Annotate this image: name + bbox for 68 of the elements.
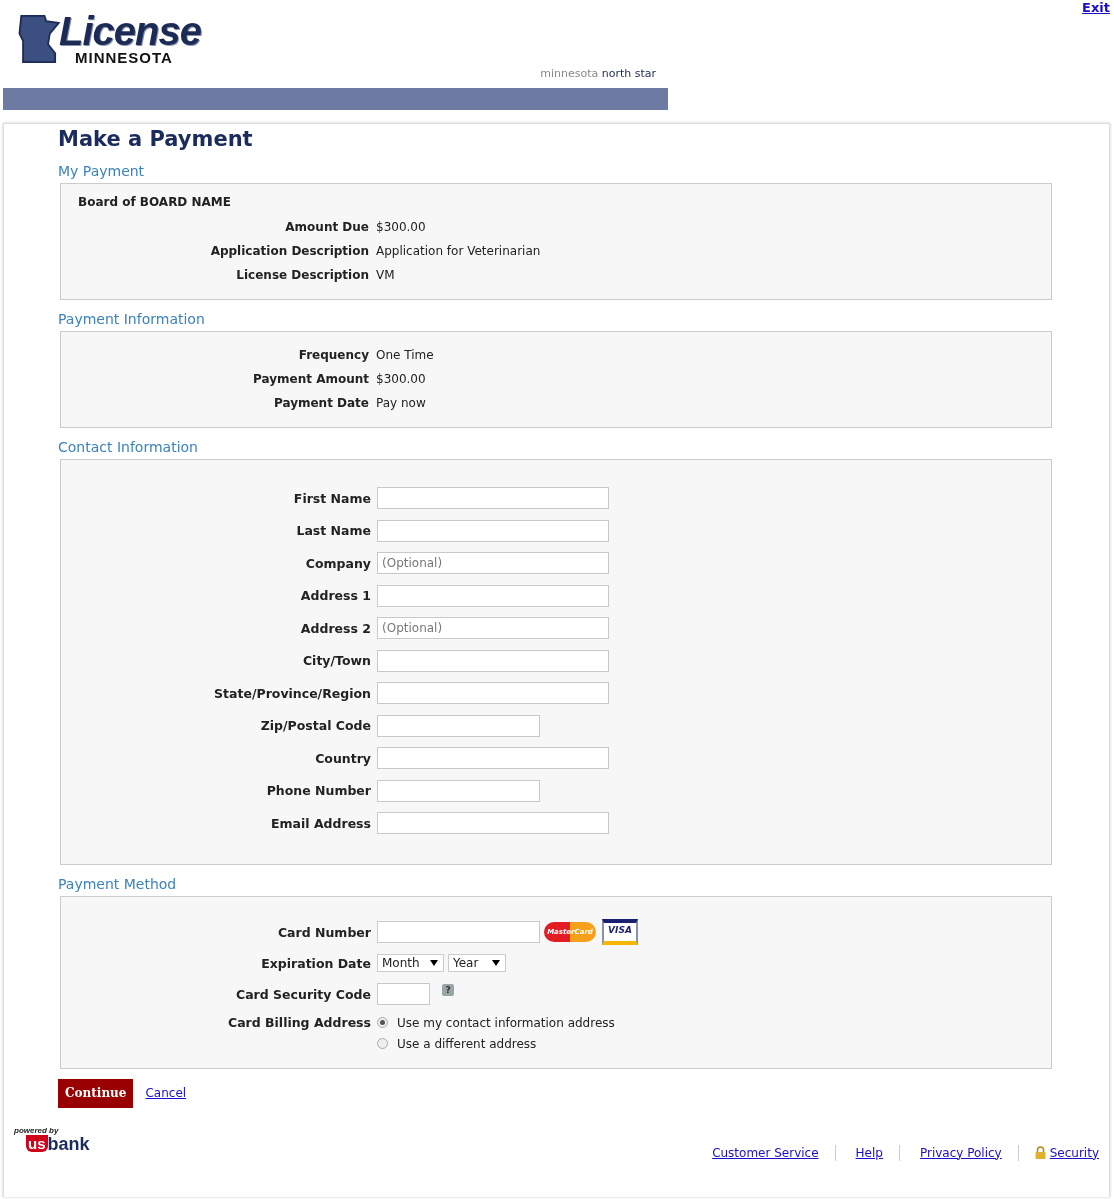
input-field[interactable] [377,682,609,705]
field-label: Card Billing Address [226,1014,371,1031]
radio-option[interactable]: Use my contact information address [377,1014,615,1031]
section-heading: Payment Information [58,310,206,328]
partner-logo: minnesota north star [540,67,656,80]
input-field[interactable] [377,519,609,542]
field-label: Last Name [295,523,371,539]
field-value: $300.00 [376,219,426,236]
input-field[interactable]: (Optional) [377,617,609,640]
field-label: State/Province/Region [213,685,371,701]
help-icon[interactable]: ? [442,984,454,996]
field-label: First Name [292,490,371,506]
section-heading: My Payment [58,162,146,180]
continue-button[interactable]: Continue [58,1078,134,1108]
cancel-link[interactable]: Cancel [145,1086,187,1100]
page-title: Make a Payment [58,126,254,152]
field-label: Amount Due [284,219,369,236]
lock-icon [1034,1146,1046,1159]
field-label: Address 2 [299,620,371,636]
field-label: Card Security Code [235,986,371,1002]
field-label: Payment Amount [252,371,369,388]
field-label: City/Town [301,653,371,669]
input-field[interactable] [377,714,540,737]
input-field[interactable] [377,487,609,510]
input-field[interactable] [377,649,609,672]
input-field[interactable] [377,812,609,835]
field-label: Phone Number [265,783,371,799]
field-label: Application Description [209,243,369,260]
input-field[interactable] [377,779,540,802]
month-dropdown[interactable]: Month [377,954,444,972]
field-label: Email Address [270,815,371,831]
field-label: License Description [235,267,369,284]
field-label: Frequency [297,347,369,364]
footer-link[interactable]: Help [855,1145,883,1160]
caret-icon [430,960,438,966]
exit-link[interactable]: Exit [1082,0,1110,16]
input-field[interactable] [377,584,609,607]
radio-option[interactable]: Use a different address [377,1035,615,1052]
input-field[interactable] [377,747,609,770]
field-label: Address 1 [299,588,371,604]
powered-by-text: powered by [14,1125,60,1135]
field-label: Company [304,555,371,571]
caret-icon [492,960,500,966]
footer-link[interactable]: Privacy Policy [919,1145,1002,1160]
year-dropdown[interactable]: Year [448,954,506,972]
bank-name: bank [47,1134,90,1153]
section-heading: Payment Method [58,874,178,893]
section-heading: Contact Information [58,438,199,456]
field-label: Card Number [276,924,371,940]
footer-link[interactable]: Customer Service [712,1145,819,1160]
field-label: Country [314,750,371,766]
input-field[interactable]: (Optional) [377,552,609,575]
board-name: Board of BOARD NAME [77,195,232,209]
visa-logo: VISA [602,919,638,945]
bank-shield-logo: us [26,1135,48,1152]
field-label: Payment Date [272,395,369,412]
field-value: Application for Veterinarian [376,243,541,260]
logo-subtitle: MINNESOTA [75,50,174,66]
field-value: $300.00 [376,371,426,388]
field-value: VM [376,267,395,284]
logo-title: License [59,12,201,50]
field-label: Zip/Postal Code [259,718,371,734]
footer-link[interactable]: Security [1049,1145,1099,1160]
input-field[interactable] [377,983,430,1005]
input-field[interactable] [377,921,540,943]
field-label: Expiration Date [260,955,371,971]
field-value: One Time [376,347,434,364]
field-value: Pay now [376,395,426,412]
